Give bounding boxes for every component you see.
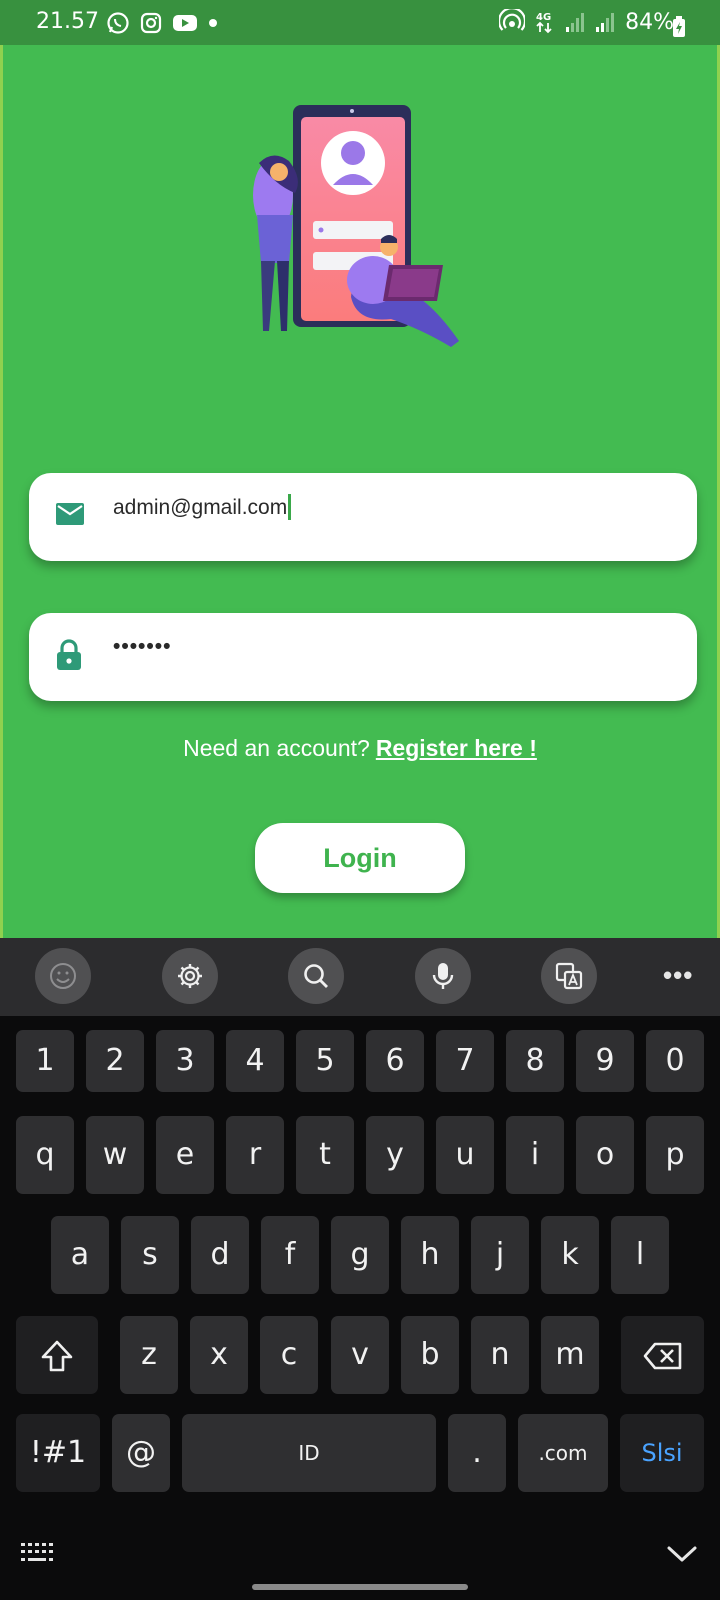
more-options-button[interactable]: ••• [663, 960, 693, 991]
key-h[interactable]: h [401, 1216, 459, 1294]
translate-icon [555, 962, 583, 990]
battery-percent: 84% [625, 9, 674, 35]
backspace-key[interactable] [621, 1316, 704, 1394]
key-1[interactable]: 1 [16, 1030, 74, 1092]
emoji-button[interactable] [35, 948, 91, 1004]
key-o[interactable]: o [576, 1116, 634, 1194]
emoji-icon [50, 963, 76, 989]
voice-input-button[interactable] [415, 948, 471, 1004]
key-t[interactable]: t [296, 1116, 354, 1194]
lock-icon [57, 639, 81, 670]
search-icon [304, 964, 328, 988]
login-illustration [253, 105, 459, 347]
search-button[interactable] [288, 948, 344, 1004]
key-d[interactable]: d [191, 1216, 249, 1294]
password-field[interactable]: ••••••• [29, 613, 697, 701]
shift-key[interactable] [16, 1316, 98, 1394]
period-key[interactable]: . [448, 1414, 506, 1492]
status-time: 21.57 [36, 9, 99, 34]
symbols-key[interactable]: !#1 [16, 1414, 100, 1492]
settings-button[interactable] [162, 948, 218, 1004]
key-r[interactable]: r [226, 1116, 284, 1194]
key-0[interactable]: 0 [646, 1030, 704, 1092]
key-2[interactable]: 2 [86, 1030, 144, 1092]
key-m[interactable]: m [541, 1316, 599, 1394]
hide-keyboard-icon[interactable] [666, 1544, 698, 1564]
key-n[interactable]: n [471, 1316, 529, 1394]
at-key[interactable]: @ [112, 1414, 170, 1492]
keyboard-switch-icon[interactable] [20, 1542, 58, 1564]
space-key[interactable]: ID [182, 1414, 436, 1492]
key-j[interactable]: j [471, 1216, 529, 1294]
key-e[interactable]: e [156, 1116, 214, 1194]
notification-icons [106, 11, 218, 35]
shift-arrow-icon [41, 1340, 73, 1371]
key-x[interactable]: x [190, 1316, 248, 1394]
key-5[interactable]: 5 [296, 1030, 354, 1092]
email-icon [56, 503, 84, 525]
keyboard-toolbar: ••• [0, 938, 720, 1016]
key-6[interactable]: 6 [366, 1030, 424, 1092]
email-input-text: admin@gmail.com [113, 494, 292, 520]
key-b[interactable]: b [401, 1316, 459, 1394]
key-l[interactable]: l [611, 1216, 669, 1294]
key-u[interactable]: u [436, 1116, 494, 1194]
key-4[interactable]: 4 [226, 1030, 284, 1092]
instagram-icon [140, 12, 162, 34]
youtube-icon [173, 15, 197, 31]
key-g[interactable]: g [331, 1216, 389, 1294]
key-z[interactable]: z [120, 1316, 178, 1394]
key-y[interactable]: y [366, 1116, 424, 1194]
dot-indicator-icon [209, 19, 217, 27]
hotspot-icon [499, 9, 526, 31]
home-gesture-bar[interactable] [252, 1584, 468, 1590]
key-v[interactable]: v [331, 1316, 389, 1394]
key-3[interactable]: 3 [156, 1030, 214, 1092]
login-button[interactable]: Login [255, 823, 465, 893]
system-status: 4G 84% [499, 9, 674, 35]
translate-button[interactable] [541, 948, 597, 1004]
password-value: ••••••• [113, 635, 172, 658]
key-p[interactable]: p [646, 1116, 704, 1194]
key-9[interactable]: 9 [576, 1030, 634, 1092]
settings-icon [178, 964, 202, 988]
key-a[interactable]: a [51, 1216, 109, 1294]
key-k[interactable]: k [541, 1216, 599, 1294]
email-field[interactable]: admin@gmail.com [29, 473, 697, 561]
text-cursor [288, 494, 292, 520]
action-key[interactable]: Slsi [620, 1414, 704, 1492]
network-4g-icon: 4G [536, 12, 552, 34]
signal-1-icon [566, 13, 585, 32]
svg-text:4G: 4G [536, 12, 551, 23]
key-q[interactable]: q [16, 1116, 74, 1194]
backspace-icon [643, 1342, 681, 1369]
key-s[interactable]: s [121, 1216, 179, 1294]
register-prompt: Need an account? [183, 735, 370, 761]
email-value: admin@gmail.com [113, 496, 288, 519]
signal-2-icon [596, 13, 615, 32]
login-screen: admin@gmail.com ••••••• Need an account?… [0, 45, 720, 938]
register-link[interactable]: Register here ! [376, 735, 537, 761]
status-bar: 21.57 4G 84% [0, 0, 720, 45]
key-w[interactable]: w [86, 1116, 144, 1194]
key-8[interactable]: 8 [506, 1030, 564, 1092]
dotcom-key[interactable]: .com [518, 1414, 608, 1492]
key-7[interactable]: 7 [436, 1030, 494, 1092]
key-i[interactable]: i [506, 1116, 564, 1194]
battery-charging-icon [673, 16, 685, 37]
key-c[interactable]: c [260, 1316, 318, 1394]
microphone-icon [432, 963, 454, 989]
key-f[interactable]: f [261, 1216, 319, 1294]
keyboard: 1 2 3 4 5 6 7 8 9 0 q w e r t y u i o p … [0, 1016, 720, 1600]
whatsapp-icon [107, 12, 129, 34]
register-prompt-line: Need an account? Register here ! [3, 735, 717, 762]
